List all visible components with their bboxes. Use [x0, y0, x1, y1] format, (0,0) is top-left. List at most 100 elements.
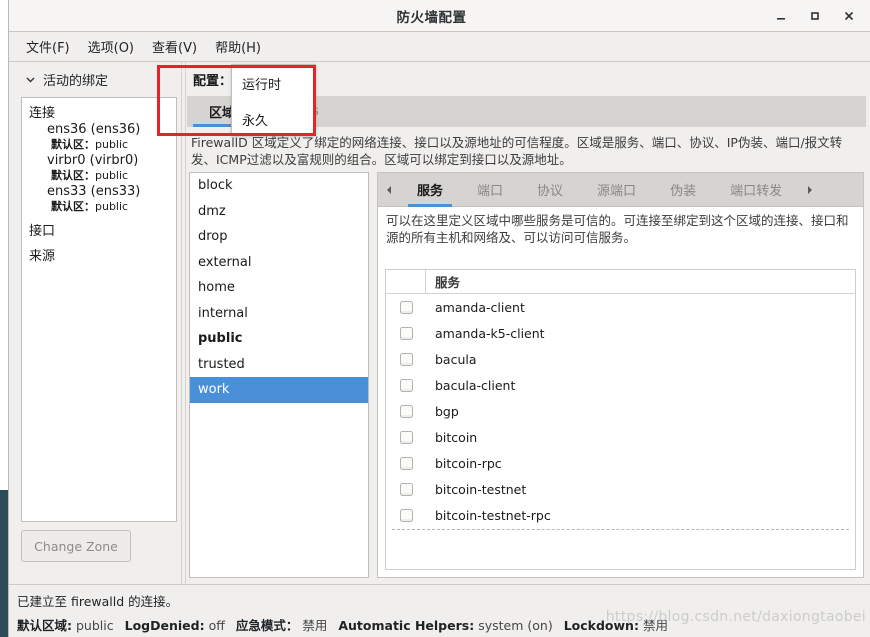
- configuration-dropdown-menu[interactable]: 运行时 永久: [231, 64, 316, 136]
- active-bindings-label: 活动的绑定: [43, 74, 109, 89]
- zone-list[interactable]: block dmz drop external home internal pu…: [189, 172, 369, 578]
- service-checkbox[interactable]: [399, 352, 413, 366]
- bindings-group-connections: 连接 ens36 (ens36) 默认区：public virbr0 (virb…: [22, 98, 176, 216]
- table-row[interactable]: bacula: [386, 346, 855, 372]
- binding-zone-value: public: [95, 200, 129, 213]
- binding-name: ens33 (ens33): [47, 184, 141, 199]
- detail-tab-source-ports[interactable]: 源端口: [580, 173, 653, 207]
- service-name: amanda-client: [435, 299, 525, 315]
- checkbox-cell[interactable]: [386, 508, 426, 522]
- close-icon[interactable]: [832, 1, 866, 31]
- title-bar: 防火墙配置: [9, 0, 870, 32]
- zone-list-item[interactable]: block: [190, 173, 368, 199]
- checkbox-cell[interactable]: [386, 378, 426, 392]
- status-panic-mode: 应急模式： 禁用: [236, 615, 328, 634]
- status-automatic-helpers: Automatic Helpers: system (on): [338, 618, 552, 633]
- table-row[interactable]: amanda-k5-client: [386, 320, 855, 346]
- change-zone-button[interactable]: Change Zone: [21, 530, 131, 562]
- binding-item[interactable]: virbr0 (virbr0) 默认区：public: [29, 152, 176, 183]
- table-row[interactable]: bgp: [386, 398, 855, 424]
- detail-tab-ports[interactable]: 端口: [460, 173, 520, 207]
- status-lockdown-key: Lockdown:: [563, 618, 639, 633]
- services-table[interactable]: 服务 amanda-client amanda-k5-client bacula: [385, 269, 856, 570]
- checkbox-cell[interactable]: [386, 430, 426, 444]
- checkbox-cell[interactable]: [386, 482, 426, 496]
- status-panic-mode-value: 禁用: [302, 618, 328, 633]
- table-row[interactable]: bitcoin: [386, 424, 855, 450]
- active-bindings-pane: 活动的绑定 连接 ens36 (ens36) 默认区：public virbr0…: [15, 62, 179, 584]
- services-description: 可以在这里定义区域中哪些服务是可信的。可连接至绑定到这个区域的连接、接口和源的所…: [386, 213, 849, 245]
- zone-list-item-selected[interactable]: work: [190, 377, 368, 403]
- table-row[interactable]: bitcoin-testnet: [386, 476, 855, 502]
- connection-status-text: 已建立至 firewalld 的连接。: [17, 594, 179, 609]
- detail-tab-bar: 服务 端口 协议 源端口 伪装 端口转发: [378, 173, 863, 207]
- zone-list-item[interactable]: home: [190, 275, 368, 301]
- menu-item-options[interactable]: 选项(O): [79, 34, 143, 59]
- bindings-group-interfaces[interactable]: 接口: [22, 216, 176, 241]
- chevron-down-icon: [25, 74, 36, 85]
- configuration-label: 配置：: [193, 73, 233, 89]
- chevron-right-icon[interactable]: [799, 173, 821, 207]
- bindings-group-sources[interactable]: 来源: [22, 241, 176, 266]
- detail-tab-port-forwarding[interactable]: 端口转发: [713, 173, 799, 207]
- status-panic-mode-key: 应急模式：: [235, 618, 299, 633]
- service-checkbox[interactable]: [399, 508, 413, 522]
- chevron-left-icon[interactable]: [378, 173, 400, 207]
- zone-list-item[interactable]: dmz: [190, 199, 368, 225]
- binding-name: ens36 (ens36): [47, 122, 141, 137]
- services-table-header: 服务: [386, 270, 855, 294]
- service-checkbox[interactable]: [399, 404, 413, 418]
- service-name: bitcoin-testnet-rpc: [435, 507, 551, 523]
- checkbox-cell[interactable]: [386, 326, 426, 340]
- bindings-list[interactable]: 连接 ens36 (ens36) 默认区：public virbr0 (virb…: [21, 97, 177, 522]
- service-name: amanda-k5-client: [435, 325, 545, 341]
- service-checkbox[interactable]: [399, 456, 413, 470]
- table-row[interactable]: bitcoin-rpc: [386, 450, 855, 476]
- menu-item-file[interactable]: 文件(F): [17, 34, 79, 59]
- detail-tab-masquerading[interactable]: 伪装: [653, 173, 713, 207]
- binding-zone-sep: ：: [84, 138, 95, 151]
- service-checkbox[interactable]: [399, 300, 413, 314]
- status-fields: 默认区域: public LogDenied: off 应急模式： 禁用 Aut…: [9, 610, 870, 634]
- pane-splitter[interactable]: [181, 62, 186, 584]
- detail-tab-protocols[interactable]: 协议: [520, 173, 580, 207]
- binding-zone-label: 默认区: [51, 138, 84, 151]
- detail-tab-services[interactable]: 服务: [400, 173, 460, 207]
- service-checkbox[interactable]: [399, 378, 413, 392]
- dropdown-option-runtime[interactable]: 运行时: [232, 65, 315, 101]
- status-default-zone: 默认区域: public: [17, 615, 114, 634]
- active-bindings-header[interactable]: 活动的绑定: [15, 62, 179, 97]
- table-row[interactable]: bacula-client: [386, 372, 855, 398]
- service-checkbox[interactable]: [399, 430, 413, 444]
- zone-detail-pane: 服务 端口 协议 源端口 伪装 端口转发 可以在这里定义区域中哪些服务是可信的。…: [377, 172, 864, 578]
- status-default-zone-key: 默认区域:: [17, 618, 72, 633]
- firewall-config-window: 防火墙配置 文件(F) 选项(O) 查看(V) 帮助(H) 活动的绑定 连接 e…: [0, 0, 870, 637]
- service-checkbox[interactable]: [399, 482, 413, 496]
- binding-item[interactable]: ens36 (ens36) 默认区：public: [29, 121, 176, 152]
- table-row[interactable]: amanda-client: [386, 294, 855, 320]
- menu-item-help[interactable]: 帮助(H): [206, 34, 270, 59]
- zone-list-item[interactable]: drop: [190, 224, 368, 250]
- zone-list-item-default[interactable]: public: [190, 326, 368, 352]
- zone-list-item[interactable]: trusted: [190, 352, 368, 378]
- binding-name: virbr0 (virbr0): [47, 153, 139, 168]
- service-name: bitcoin-rpc: [435, 455, 502, 471]
- binding-item[interactable]: ens33 (ens33) 默认区：public: [29, 183, 176, 214]
- menu-item-view[interactable]: 查看(V): [143, 34, 206, 59]
- maximize-icon[interactable]: [798, 1, 832, 31]
- minimize-icon[interactable]: [764, 1, 798, 31]
- service-checkbox[interactable]: [399, 326, 413, 340]
- table-row[interactable]: bitcoin-testnet-rpc: [386, 502, 855, 528]
- zone-list-item[interactable]: internal: [190, 301, 368, 327]
- zone-list-item[interactable]: external: [190, 250, 368, 276]
- binding-zone-sep: ：: [84, 200, 95, 213]
- checkbox-cell[interactable]: [386, 300, 426, 314]
- status-default-zone-value: public: [75, 618, 114, 633]
- binding-zone-label: 默认区: [51, 200, 84, 213]
- checkbox-cell[interactable]: [386, 404, 426, 418]
- checkbox-cell[interactable]: [386, 352, 426, 366]
- checkbox-cell[interactable]: [386, 456, 426, 470]
- binding-zone: 默认区：public: [47, 136, 176, 152]
- status-lockdown-value: 禁用: [642, 618, 668, 633]
- dropdown-option-permanent[interactable]: 永久: [232, 101, 315, 137]
